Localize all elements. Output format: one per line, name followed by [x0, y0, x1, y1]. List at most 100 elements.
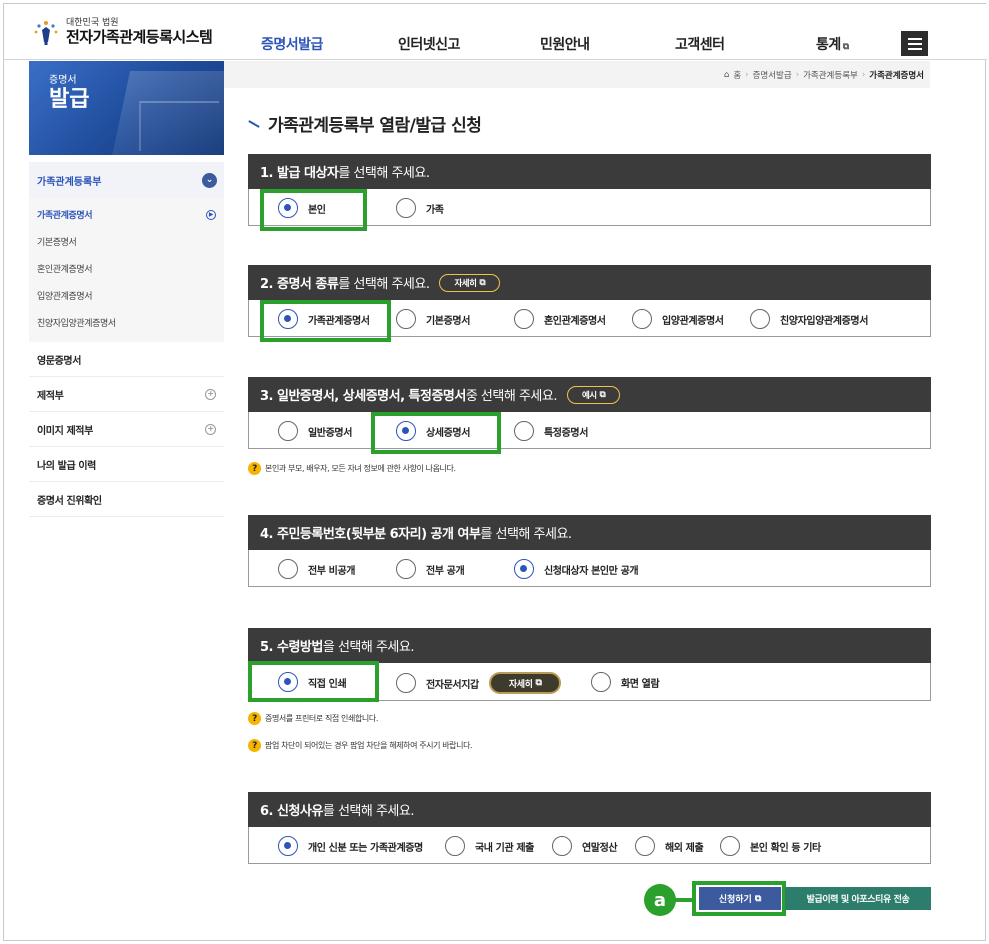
sidebar-item-verify-cert[interactable]: 증명서 진위확인: [29, 482, 224, 517]
radio-button[interactable]: [635, 836, 655, 856]
details-button[interactable]: 자세히 ⧉: [488, 672, 562, 694]
nav-civil-guide[interactable]: 민원안내: [540, 34, 590, 54]
breadcrumb-register[interactable]: 가족관계등록부: [803, 69, 858, 81]
radio-button[interactable]: [720, 836, 740, 856]
external-link-icon: ⧉: [479, 277, 486, 288]
sidebar-item-family-relation-cert[interactable]: 가족관계증명서 ▶: [29, 201, 224, 228]
example-button[interactable]: 예시 ⧉: [566, 385, 621, 404]
section-title-bold: 4. 주민등록번호(뒷부분 6자리) 공개 여부: [260, 527, 481, 542]
nav-statistics[interactable]: 통계 ⧉: [816, 34, 849, 54]
section-header: 6. 신청사유 를 선택해 주세요.: [248, 792, 931, 827]
section-header: 3. 일반증명서, 상세증명서, 특정증명서 중 선택해 주세요. 예시 ⧉: [248, 377, 931, 412]
sidebar-item-full-adoption-cert[interactable]: 친양자입양관계증명서: [29, 309, 224, 336]
sidebar-item-adoption-cert[interactable]: 입양관계증명서: [29, 282, 224, 309]
radio-marriage-cert[interactable]: 혼인관계증명서: [514, 309, 606, 329]
radio-domestic-submit[interactable]: 국내 기관 제출: [445, 836, 534, 856]
highlight-box: [248, 661, 379, 702]
breadcrumb: ⌂ 홈 › 증명서발급 › 가족관계등록부 › 가족관계증명서: [723, 69, 924, 81]
radio-label: 화면 열람: [621, 678, 660, 690]
radio-basic-cert[interactable]: 기본증명서: [396, 309, 470, 329]
sidebar-group-label: 가족관계등록부: [37, 176, 102, 188]
sidebar-group-family-register[interactable]: 가족관계등록부 ⌄: [29, 162, 224, 198]
radio-button[interactable]: [278, 559, 298, 579]
sidebar-item-marriage-cert[interactable]: 혼인관계증명서: [29, 255, 224, 282]
section-header: 5. 수령방법 을 선택해 주세요.: [248, 628, 931, 663]
nav-certificate-issue[interactable]: 증명서발급: [261, 34, 323, 54]
external-link-icon: ⧉: [842, 42, 849, 52]
section-title-rest: 을 선택해 주세요.: [322, 640, 415, 655]
radio-button[interactable]: [278, 421, 298, 441]
radio-button[interactable]: [632, 309, 652, 329]
radio-button[interactable]: [445, 836, 465, 856]
radio-button[interactable]: [750, 309, 770, 329]
site-logo[interactable]: 대한민국 법원 전자가족관계등록시스템: [32, 18, 213, 46]
radio-button[interactable]: [514, 559, 534, 579]
breadcrumb-home[interactable]: 홈: [733, 69, 741, 81]
note-text: 증명서를 프린터로 직접 인쇄합니다.: [265, 714, 378, 723]
section-title-rest: 를 선택해 주세요.: [338, 277, 430, 292]
radio-all-private[interactable]: 전부 비공개: [278, 559, 355, 579]
radio-label: 국내 기관 제출: [475, 842, 534, 854]
radio-button[interactable]: [396, 198, 416, 218]
banner-big-text: 발급: [49, 86, 90, 112]
section-title-bold: 3. 일반증명서, 상세증명서, 특정증명서: [260, 389, 466, 404]
radio-button[interactable]: [552, 836, 572, 856]
radio-overseas-submit[interactable]: 해외 제출: [635, 836, 704, 856]
hamburger-menu-button[interactable]: [901, 31, 928, 56]
radio-family[interactable]: 가족: [396, 198, 444, 218]
radio-year-end-tax[interactable]: 연말정산: [552, 836, 618, 856]
breadcrumb-issue[interactable]: 증명서발급: [753, 69, 792, 81]
highlight-box: [260, 189, 367, 231]
section-title-rest: 를 선택해 주세요.: [322, 804, 415, 819]
help-note: ? 증명서를 프린터로 직접 인쇄합니다.: [248, 712, 378, 725]
radio-label: 연말정산: [582, 842, 618, 854]
sidebar-item-label: 가족관계증명서: [37, 211, 93, 221]
sidebar-item-english-cert[interactable]: 영문증명서: [29, 342, 224, 377]
radio-label: 신청대상자 본인만 공개: [544, 565, 639, 577]
details-button[interactable]: 자세히 ⧉: [439, 273, 501, 292]
radio-full-adoption-cert[interactable]: 친양자입양관계증명서: [750, 309, 868, 329]
radio-button[interactable]: [514, 309, 534, 329]
section-title-bold: 5. 수령방법: [260, 640, 323, 655]
radio-general-cert[interactable]: 일반증명서: [278, 421, 352, 441]
radio-label: 전부 비공개: [308, 565, 356, 577]
home-icon[interactable]: ⌂: [724, 70, 729, 80]
radio-screen-view[interactable]: 화면 열람: [591, 672, 660, 692]
radio-all-public[interactable]: 전부 공개: [396, 559, 465, 579]
radio-button[interactable]: [396, 309, 416, 329]
apply-button[interactable]: 신청하기 ⧉: [699, 887, 781, 910]
radio-other-reason[interactable]: 본인 확인 등 기타: [720, 836, 821, 856]
section-title-bold: 2. 증명서 종류: [260, 277, 339, 292]
radio-specific-cert[interactable]: 특정증명서: [514, 421, 588, 441]
sidebar-item-removed-register[interactable]: 제적부 +: [29, 377, 224, 412]
radio-label: 기본증명서: [426, 315, 471, 327]
radio-button[interactable]: [278, 836, 298, 856]
radio-button[interactable]: [591, 672, 611, 692]
radio-adoption-cert[interactable]: 입양관계증명서: [632, 309, 724, 329]
radio-button[interactable]: [396, 673, 416, 693]
details-label: 자세히: [454, 278, 477, 289]
radio-label: 입양관계증명서: [662, 315, 724, 327]
example-label: 예시: [581, 390, 597, 401]
sidebar-banner: 증명서 발급: [29, 61, 224, 155]
sidebar-item-my-history[interactable]: 나의 발급 이력: [29, 447, 224, 482]
nav-customer-center[interactable]: 고객센터: [675, 34, 725, 54]
nav-internet-report[interactable]: 인터넷신고: [398, 34, 460, 54]
radio-self-only-public[interactable]: 신청대상자 본인만 공개: [514, 559, 639, 579]
page-title-text: 가족관계등록부 열람/발급 신청: [268, 116, 482, 136]
radio-identity-proof[interactable]: 개인 신분 또는 가족관계증명: [278, 836, 423, 856]
radio-button[interactable]: [396, 559, 416, 579]
apply-label: 신청하기: [718, 895, 752, 905]
section-header: 1. 발급 대상자 를 선택해 주세요.: [248, 154, 931, 189]
radio-button[interactable]: [514, 421, 534, 441]
sidebar-item-basic-cert[interactable]: 기본증명서: [29, 228, 224, 255]
sidebar-item-image-removed-register[interactable]: 이미지 제적부 +: [29, 412, 224, 447]
radio-label: 가족: [426, 204, 444, 216]
section-resident-number: 4. 주민등록번호(뒷부분 6자리) 공개 여부 를 선택해 주세요. 전부 비공…: [248, 515, 931, 587]
history-apostille-button[interactable]: 발급이력 및 아포스티유 전송: [785, 887, 931, 910]
sidebar-item-label: 혼인관계증명서: [37, 265, 93, 275]
radio-label: 일반증명서: [308, 427, 353, 439]
section-title-rest: 를 선택해 주세요.: [338, 166, 430, 181]
radio-e-wallet[interactable]: 전자문서지갑 자세히 ⧉: [396, 672, 562, 694]
highlight-box: [371, 412, 501, 454]
